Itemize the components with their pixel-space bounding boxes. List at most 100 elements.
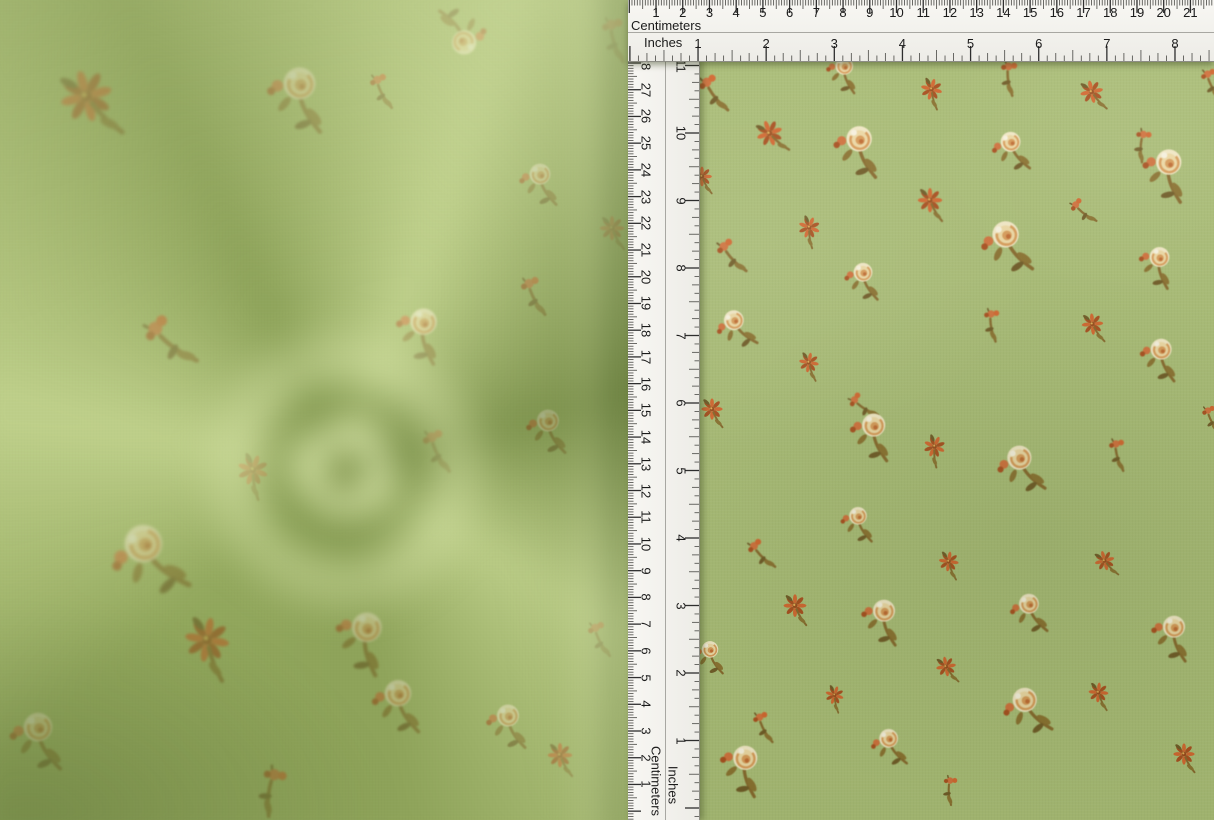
h-inch-number: 7 (1094, 37, 1120, 50)
v-cm-number: 17 (640, 350, 653, 364)
flower-rose (980, 426, 1065, 515)
v-inch-number: 6 (675, 399, 688, 406)
h-cm-number: 6 (777, 6, 803, 19)
v-cm-number: 9 (640, 567, 653, 574)
v-cm-number: 15 (640, 403, 653, 417)
flower-bud (569, 609, 627, 671)
flower-bud (500, 263, 564, 332)
v-cm-number: 11 (640, 510, 653, 524)
v-cm-number: 19 (640, 296, 653, 310)
v-inch-number: 2 (675, 669, 688, 676)
flower-rose (700, 292, 774, 369)
v-inch-number: 3 (675, 602, 688, 609)
h-cm-number: 4 (723, 6, 749, 19)
h-cm-number: 19 (1124, 6, 1150, 19)
v-inch-number: 7 (675, 332, 688, 339)
h-cm-number: 16 (1044, 6, 1070, 19)
h-cm-number: 17 (1071, 6, 1097, 19)
h-cm-number: 8 (830, 6, 856, 19)
flower-rose (247, 46, 348, 154)
h-cm-number: 10 (883, 6, 909, 19)
fabric-flat-swatch (628, 0, 1214, 820)
flower-bud (103, 278, 234, 412)
flower-daisy (1075, 674, 1120, 722)
flower-rose (360, 666, 437, 749)
v-cm-number: 7 (640, 620, 653, 627)
flower-bud (736, 700, 787, 755)
v-cm-number: 6 (640, 647, 653, 654)
flower-daisy (902, 66, 958, 124)
flower-rose (510, 152, 571, 218)
vertical-ruler-divider (665, 60, 666, 820)
flower-rose (372, 285, 468, 385)
h-cm-number: 13 (964, 6, 990, 19)
v-cm-number: 26 (640, 109, 653, 123)
horizontal-ruler-divider (628, 32, 1214, 33)
h-cm-number: 9 (857, 6, 883, 19)
v-cm-number: 18 (640, 323, 653, 337)
flower-rose (836, 253, 890, 312)
vertical-centimeters-label: Centimeters (650, 746, 663, 816)
v-cm-number: 20 (640, 270, 653, 284)
flower-rose (1134, 598, 1209, 677)
flower-bud (1188, 396, 1214, 444)
vertical-inches-label: Inches (667, 766, 680, 804)
v-cm-number: 12 (640, 483, 653, 497)
v-cm-number: 14 (640, 430, 653, 444)
vertical-ruler: 2827262524232221201918171615141312111098… (628, 60, 700, 820)
flower-daisy (924, 542, 971, 592)
flower-daisy (534, 734, 585, 789)
h-inch-number: 3 (821, 37, 847, 50)
flower-daisy (586, 207, 628, 262)
floral-print-layer (0, 0, 628, 820)
flower-bud (917, 759, 978, 820)
flower-bud (1184, 57, 1214, 112)
h-cm-number: 7 (803, 6, 829, 19)
flower-rose (0, 697, 80, 787)
h-cm-number: 20 (1151, 6, 1177, 19)
v-cm-number: 24 (640, 163, 653, 177)
flower-rose (984, 666, 1072, 758)
v-inch-number: 4 (675, 534, 688, 541)
flower-daisy (1064, 68, 1122, 129)
flower-bud (692, 218, 768, 297)
flower-rose (516, 398, 580, 467)
flower-bud (351, 61, 409, 123)
fabric-swirl-photo (0, 0, 628, 820)
flower-rose (963, 201, 1053, 296)
flower-bud (400, 414, 470, 490)
flower-rose (476, 693, 540, 762)
flower-daisy (208, 435, 292, 522)
flower-daisy (784, 342, 833, 393)
v-cm-number: 16 (640, 376, 653, 390)
v-cm-number: 21 (640, 243, 653, 257)
v-inch-number: 1 (675, 737, 688, 744)
flower-rose (818, 109, 898, 194)
flower-rose (979, 117, 1045, 187)
flower-daisy (151, 595, 260, 710)
v-cm-number: 23 (640, 189, 653, 203)
flower-rose (844, 582, 919, 661)
v-cm-number: 5 (640, 674, 653, 681)
flower-rose (832, 497, 883, 552)
h-cm-number: 18 (1097, 6, 1123, 19)
h-inch-number: 8 (1162, 37, 1188, 50)
flower-rose (834, 396, 911, 477)
flower-daisy (1080, 539, 1132, 593)
flower-daisy (904, 179, 955, 234)
flower-daisy (771, 586, 819, 638)
flower-daisy (1162, 736, 1207, 784)
horizontal-inches-label: Inches (644, 36, 682, 49)
h-cm-number: 5 (750, 6, 776, 19)
h-cm-number: 15 (1017, 6, 1043, 19)
flower-rose (1126, 324, 1193, 396)
v-inch-number: 5 (675, 467, 688, 474)
h-inch-number: 5 (958, 37, 984, 50)
flower-daisy (923, 646, 972, 697)
v-cm-number: 25 (640, 136, 653, 150)
floral-print-layer (628, 0, 1214, 820)
flower-bud (571, 0, 628, 83)
flower-rose (1122, 129, 1210, 222)
fabric-product-photo: 2827262524232221201918171615141312111098… (0, 0, 1214, 820)
v-inch-number: 8 (675, 264, 688, 271)
